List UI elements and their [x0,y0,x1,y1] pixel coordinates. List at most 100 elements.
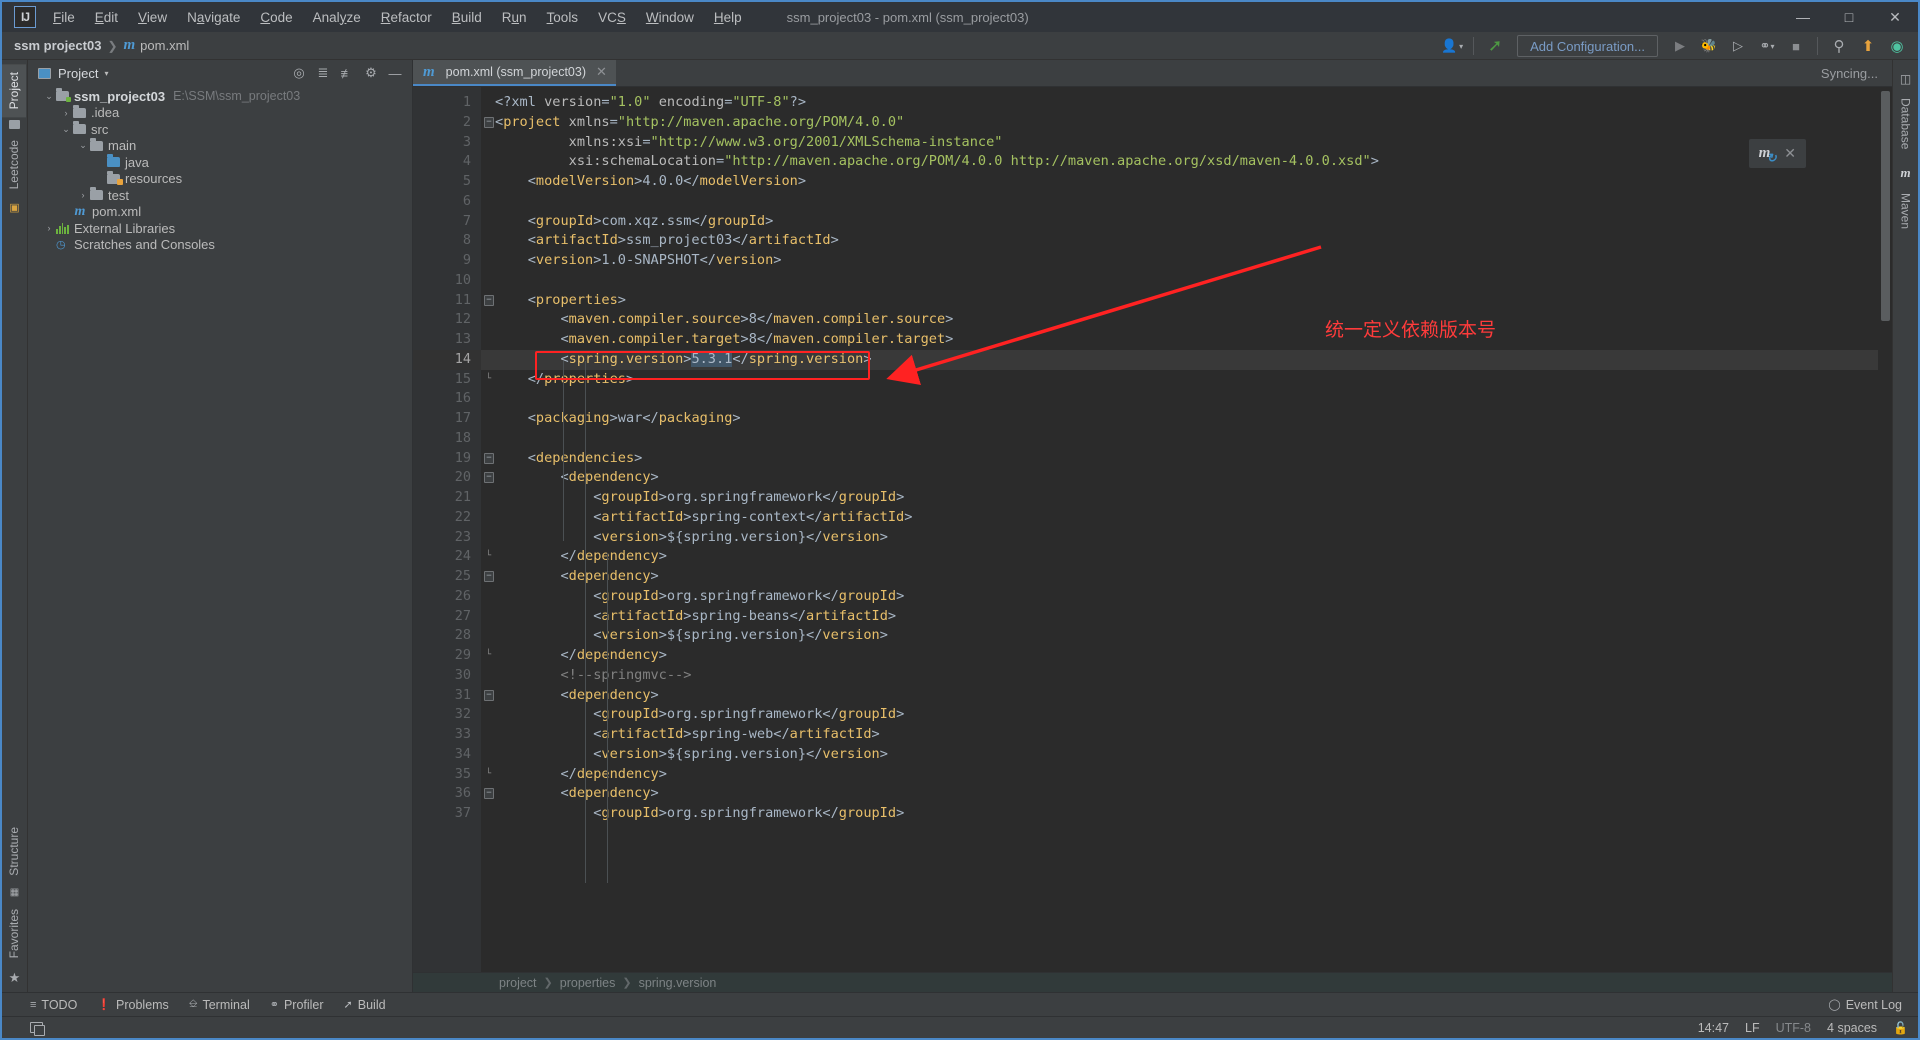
breadcrumb-element-spring-version[interactable]: spring.version [639,976,717,990]
code-line[interactable]: <groupId>org.springframework</groupId> [481,705,1878,725]
code-line[interactable]: <dependencies> [481,449,1878,469]
tree-node-src[interactable]: ⌄ src [28,121,412,138]
sidebar-tab-database[interactable]: Database [1894,90,1918,157]
tree-node-ssm-project03[interactable]: ⌄ ssm_project03 E:\SSM\ssm_project03 [28,88,412,105]
line-number[interactable]: 6 [413,192,481,212]
code-line[interactable]: <artifactId>ssm_project03</artifactId> [481,231,1878,251]
line-number[interactable]: 27 [413,607,481,627]
line-number[interactable]: 19− [413,449,494,469]
code-line[interactable]: <artifactId>spring-web</artifactId> [481,725,1878,745]
code-line[interactable] [481,429,1878,449]
line-number[interactable]: 35 └ [413,765,491,785]
stop-icon[interactable]: ■ [1783,34,1809,58]
close-tab-icon[interactable]: ✕ [596,64,607,80]
code-line[interactable]: <project xmlns="http://maven.apache.org/… [481,113,1878,133]
line-number[interactable]: 29 └ [413,646,491,666]
editor-scrollbar[interactable] [1878,87,1892,972]
tool-profiler[interactable]: ⚭ Profiler [270,998,324,1012]
tree-node-java[interactable]: java [28,154,412,171]
code-line[interactable]: <groupId>com.xqz.ssm</groupId> [481,212,1878,232]
scrollbar-thumb[interactable] [1881,91,1890,321]
code-line[interactable]: <groupId>org.springframework</groupId> [481,488,1878,508]
menu-help[interactable]: Help [705,6,751,29]
line-number[interactable]: 31− [413,686,494,706]
profile-icon[interactable]: ⚭ ▾ [1754,34,1780,58]
line-number[interactable]: 18 [413,429,481,449]
line-number[interactable]: 12 [413,310,481,330]
line-number[interactable]: 21 [413,488,481,508]
line-number-gutter[interactable]: 1 2−3 4 5 6 7 8 9 10 11−12 13 14 15 └ 16 17 18 19−20−21 22… [413,87,494,972]
code-line[interactable]: </dependency> [481,547,1878,567]
search-icon[interactable]: ⚲ [1826,34,1852,58]
line-number[interactable]: 10 [413,271,481,291]
scrollbar-track[interactable] [1880,87,1891,972]
code-line[interactable]: <!--springmvc--> [481,666,1878,686]
editor-tab-pom-xml[interactable]: m pom.xml (ssm_project03) ✕ [413,60,616,86]
tool-terminal[interactable]: ⎒ Terminal [189,998,250,1012]
menu-view[interactable]: View [129,6,176,29]
code-line[interactable]: <artifactId>spring-context</artifactId> [481,508,1878,528]
project-panel-title[interactable]: Project [58,66,98,81]
run-with-coverage-icon[interactable]: ▷ [1725,34,1751,58]
tree-node--idea[interactable]: › .idea [28,104,412,122]
sidebar-tab-project[interactable]: Project [2,64,26,118]
tree-expand-arrow-icon[interactable]: › [42,223,56,233]
maximize-button[interactable]: □ [1826,2,1872,32]
menu-run[interactable]: Run [493,6,536,29]
update-icon[interactable]: ⬆ [1855,34,1881,58]
menu-code[interactable]: Code [251,6,301,29]
line-number[interactable]: 16 [413,389,481,409]
line-number[interactable]: 4 [413,152,481,172]
close-button[interactable]: ✕ [1872,2,1918,32]
breadcrumb-element-properties[interactable]: properties [560,976,616,990]
user-icon[interactable]: 👤 ▾ [1439,34,1465,58]
line-number[interactable]: 2− [413,113,494,133]
line-number[interactable]: 15 └ [413,370,491,390]
code-line[interactable]: <spring.version>5.3.1</spring.version> [481,349,1878,370]
code-line[interactable]: <version>${spring.version}</version> [481,745,1878,765]
line-number[interactable]: 9 [413,251,481,271]
code-line[interactable]: <maven.compiler.source>8</maven.compiler… [481,310,1878,330]
code-line[interactable]: <modelVersion>4.0.0</modelVersion> [481,172,1878,192]
code-editor[interactable]: 1 2−3 4 5 6 7 8 9 10 11−12 13 14 15 └ 16 17 18 19−20−21 22… [413,87,1892,972]
menu-tools[interactable]: Tools [538,6,588,29]
line-number[interactable]: 30 [413,666,481,686]
tree-expand-arrow-icon[interactable]: › [59,108,73,118]
code-line[interactable]: </dependency> [481,765,1878,785]
code-line[interactable]: <dependency> [481,686,1878,706]
tool-build[interactable]: ➚ Build [344,998,386,1012]
line-number[interactable]: 11− [413,291,494,311]
tree-node-main[interactable]: ⌄ main [28,137,412,155]
sidebar-tab-structure[interactable]: Structure [2,819,26,884]
line-number[interactable]: 14 [413,349,481,370]
code-line[interactable]: <version>${spring.version}</version> [481,528,1878,548]
sidebar-tab-maven[interactable]: Maven [1894,185,1918,237]
lock-icon[interactable]: 🔓 [1893,1021,1908,1035]
code-line[interactable]: <version>${spring.version}</version> [481,626,1878,646]
code-line[interactable]: <artifactId>spring-beans</artifactId> [481,607,1878,627]
line-number[interactable]: 7 [413,212,481,232]
tree-expand-arrow-icon[interactable]: ⌄ [42,91,56,102]
line-number[interactable]: 32 [413,705,481,725]
project-tree[interactable]: ⌄ ssm_project03 E:\SSM\ssm_project03 › .idea… [28,86,412,992]
tree-node-resources[interactable]: resources [28,170,412,188]
code-line[interactable]: <maven.compiler.target>8</maven.compiler… [481,330,1878,350]
breadcrumb-project[interactable]: ssm project03 [14,38,101,53]
hide-panel-icon[interactable]: — [384,62,406,84]
minimize-button[interactable]: — [1780,2,1826,32]
line-number[interactable]: 36− [413,784,494,804]
menu-edit[interactable]: Edit [86,6,127,29]
breadcrumb-file[interactable]: pom.xml [140,38,189,53]
line-number[interactable]: 20− [413,468,494,488]
line-number[interactable]: 22 [413,508,481,528]
code-line[interactable]: <groupId>org.springframework</groupId> [481,804,1878,824]
line-number[interactable]: 24 └ [413,547,491,567]
line-number[interactable]: 37 [413,804,481,824]
code-line[interactable] [481,389,1878,409]
menu-build[interactable]: Build [443,6,491,29]
breadcrumb-element-project[interactable]: project [499,976,537,990]
line-number[interactable]: 28 [413,626,481,646]
line-number[interactable]: 25− [413,567,494,587]
line-number[interactable]: 1 [413,93,481,113]
ide-plugin-icon[interactable]: ◉ [1884,34,1910,58]
